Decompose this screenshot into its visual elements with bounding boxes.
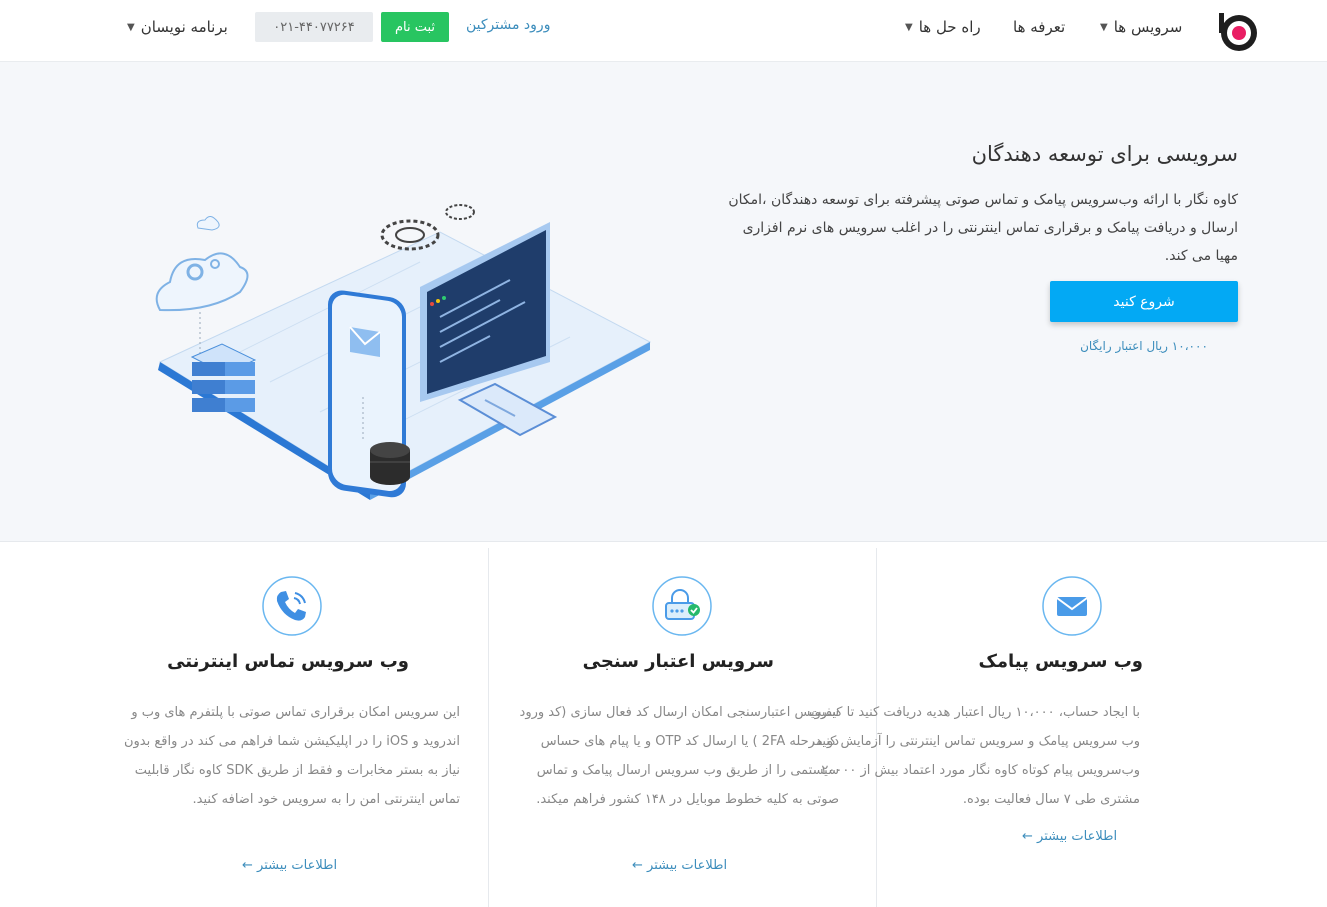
nav-services[interactable]: سرویس ها ▼ bbox=[1100, 18, 1182, 36]
feature-voip-more-link[interactable]: اطلاعات بیشتر ← bbox=[242, 858, 337, 873]
feature-voip-title: وب سرویس تماس اینترنتی bbox=[167, 651, 409, 672]
support-phone: ۰۲۱-۴۴۰۷۷۲۶۴ bbox=[255, 12, 373, 42]
login-link[interactable]: ورود مشترکین bbox=[466, 17, 550, 33]
feature-voip-desc: این سرویس امکان برقراری تماس صوتی با پلت… bbox=[123, 705, 460, 807]
developer-illustration bbox=[155, 204, 652, 500]
feature-verification-title: سرویس اعتبار سنجی bbox=[582, 651, 774, 672]
feature-verification-more-link[interactable]: اطلاعات بیشتر ← bbox=[632, 858, 727, 873]
hero-description: کاوه نگار با ارائه وب‌سرویس پیامک و تماس… bbox=[728, 192, 1238, 264]
kavenegar-logo-icon[interactable] bbox=[1216, 11, 1260, 55]
feature-sms: وب سرویس پیامک با ایجاد حساب، ۱۰،۰۰۰ ریا… bbox=[809, 548, 1270, 907]
nav-services-label: سرویس ها bbox=[1113, 18, 1183, 36]
lock-check-icon bbox=[652, 576, 712, 636]
nav-solutions[interactable]: راه حل ها ▼ bbox=[905, 18, 981, 36]
hero-title: سرویسی برای توسعه دهندگان bbox=[971, 142, 1238, 166]
hero-section: سرویسی برای توسعه دهندگان کاوه نگار با ا… bbox=[0, 62, 1327, 542]
signup-button[interactable]: ثبت نام bbox=[381, 12, 449, 42]
nav-developers[interactable]: برنامه نویسان ▼ bbox=[127, 18, 228, 36]
free-credit-note: ۱۰،۰۰۰ ریال اعتبار رایگان bbox=[1080, 339, 1208, 353]
chevron-down-icon: ▼ bbox=[905, 21, 913, 33]
nav-pricing[interactable]: تعرفه ها bbox=[1013, 18, 1065, 36]
feature-sms-more-link[interactable]: اطلاعات بیشتر ← bbox=[1022, 829, 1117, 844]
feature-verification-desc: سرویس اعتبارسنجی امکان ارسال کد فعال ساز… bbox=[519, 705, 839, 807]
cloud-gear-icon bbox=[155, 216, 249, 312]
envelope-icon bbox=[1042, 576, 1102, 636]
chevron-down-icon: ▼ bbox=[127, 21, 135, 33]
top-navbar: سرویس ها ▼ تعرفه ها راه حل ها ▼ برنامه ن… bbox=[0, 0, 1327, 62]
database-icon bbox=[370, 442, 410, 485]
get-started-button[interactable]: شروع کنید bbox=[1050, 281, 1238, 322]
phone-icon bbox=[262, 576, 322, 636]
feature-verification: سرویس اعتبار سنجی سرویس اعتبارسنجی امکان… bbox=[494, 548, 882, 907]
column-divider bbox=[488, 548, 489, 907]
nav-solutions-label: راه حل ها bbox=[918, 18, 981, 36]
nav-developers-label: برنامه نویسان bbox=[140, 18, 228, 36]
features-section: وب سرویس پیامک با ایجاد حساب، ۱۰،۰۰۰ ریا… bbox=[0, 548, 1327, 907]
feature-voip: وب سرویس تماس اینترنتی این سرویس امکان ب… bbox=[100, 548, 488, 907]
nav-pricing-label: تعرفه ها bbox=[1013, 18, 1066, 36]
feature-sms-title: وب سرویس پیامک bbox=[978, 651, 1143, 672]
chevron-down-icon: ▼ bbox=[1100, 21, 1108, 33]
